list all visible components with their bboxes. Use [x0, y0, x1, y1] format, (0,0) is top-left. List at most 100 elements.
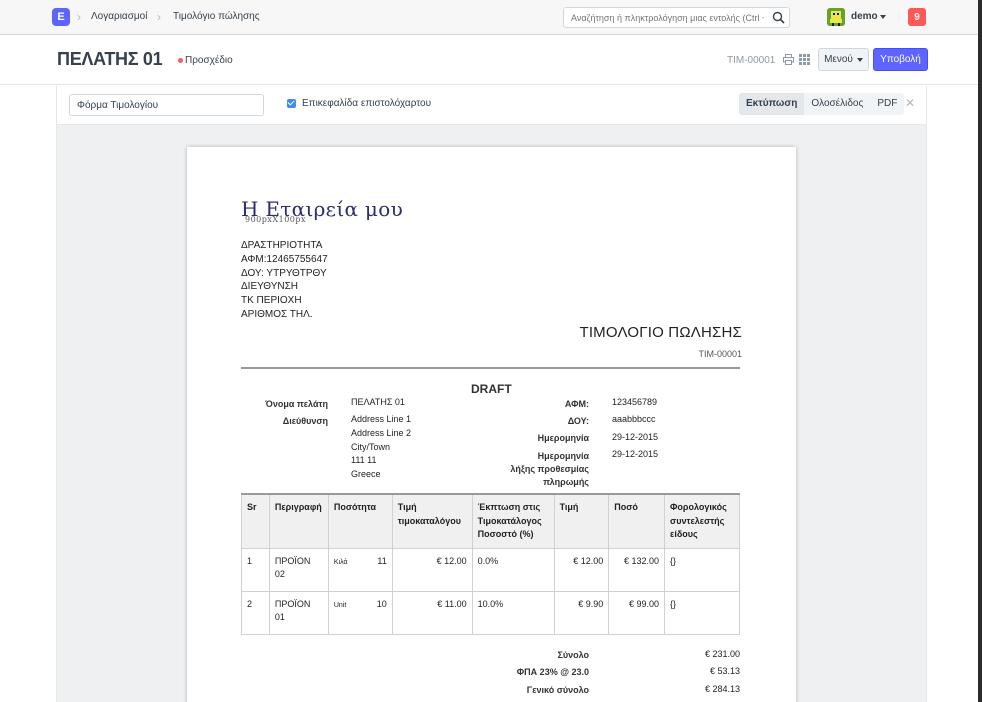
cell-tax: {} [664, 547, 740, 592]
submit-button[interactable]: Υποβολή [873, 48, 928, 71]
print-actions: Εκτύπωση Ολοσέλιδος PDF [739, 93, 905, 115]
customer-address-line: 111 11 [351, 455, 377, 466]
company-address-line: ΔΡΑΣΤΗΡΙΟΤΗΤΑ [241, 240, 323, 251]
column-header: Ποσό [608, 493, 666, 549]
print-button[interactable]: Εκτύπωση [739, 93, 805, 115]
caret-down-icon [856, 57, 863, 62]
table-header-row: Sr Περιγραφή Ποσότητα Τιμή τιμοκαταλόγου… [241, 493, 740, 549]
vat-label: ΦΠΑ 23% @ 23.0 [516, 667, 589, 677]
column-header: Τιμή τιμοκαταλόγου [391, 493, 473, 549]
column-header: Ποσότητα [327, 493, 393, 549]
status-badge: Προσχέδιο [185, 55, 233, 66]
customer-address-line: Address Line 1 [351, 414, 412, 424]
grid-icon[interactable] [799, 54, 810, 65]
customer-address-line: City/Town [351, 441, 391, 452]
due-date-label-line: πληρωμής [543, 477, 589, 487]
cell-sr: 1 [241, 547, 270, 592]
cell-amount: € 99.00 [608, 590, 666, 635]
top-navbar: E › Λογαριασμοί › Τιμολόγιο πώλησης demo… [0, 0, 982, 35]
user-menu[interactable]: demo [851, 11, 878, 22]
date-label: Ημερομηνία [537, 433, 589, 443]
column-header: Sr [241, 493, 270, 549]
qty: 11 [377, 555, 387, 566]
status-dot-icon [178, 58, 183, 63]
menu-button-label: Μενού [824, 54, 853, 65]
menu-button[interactable]: Μενού [818, 48, 869, 71]
table-row: 2 ΠΡΟΪΟΝ 01 Unit 10 € 11.00 10.0% € 9.90 … [241, 590, 740, 635]
search-input[interactable] [564, 8, 764, 27]
qty: 10 [376, 598, 387, 609]
date-value: 29-12-2015 [612, 432, 659, 442]
print-format-select[interactable]: Φόρμα Τιμολογίου [69, 94, 264, 116]
invoice-number: TIM-00001 [698, 349, 742, 359]
company-address: ΔΡΑΣΤΗΡΙΟΤΗΤΑ ΑΦΜ:12465755647 ΔΟΥ: ΥΤΡΥΘ… [241, 239, 328, 322]
due-date-label-line: Ημερομηνία [537, 451, 589, 461]
cell-list-price: € 12.00 [391, 547, 473, 592]
search-box[interactable] [563, 7, 790, 28]
document-name: TIM-00001 [727, 55, 776, 66]
invoice-title: ΤΙΜΟΛΟΓΙΟ ΠΩΛΗΣΗΣ [579, 324, 742, 341]
breadcrumb-sales-invoice[interactable]: Τιμολόγιο πώλησης [173, 11, 260, 22]
window-frame-edge [978, 0, 982, 702]
chevron-right-icon: › [157, 10, 161, 24]
close-icon[interactable]: ✕ [905, 96, 915, 110]
page-head: ΠΕΛΑΤΗΣ 01 Προσχέδιο TIM-00001 Μενού Υπο… [0, 35, 982, 85]
customer-name: ΠΕΛΑΤΗΣ 01 [351, 397, 405, 407]
cell-quantity: Κιλά 11 [327, 547, 393, 592]
grand-total-value: € 284.13 [704, 684, 740, 694]
column-header: Περιγραφή [268, 493, 329, 549]
company-address-line: ΤΚ ΠΕΡΙΟΧΗ [241, 295, 302, 307]
cell-list-price: € 11.00 [391, 590, 473, 635]
customer-address-line: Greece [351, 469, 381, 480]
company-address-line: ΑΡΙΘΜΟΣ ΤΗΛ. [241, 308, 313, 320]
address-label: Διεύθυνση [282, 416, 328, 426]
cell-rate: € 9.90 [553, 590, 610, 635]
cell-description: ΠΡΟΪΟΝ 02 [268, 547, 329, 592]
cell-discount: 10.0% [471, 590, 555, 635]
app-logo[interactable]: E [52, 8, 70, 26]
table-row: 1 ΠΡΟΪΟΝ 02 Κιλά 11 € 12.00 0.0% € 12.00 … [241, 547, 740, 592]
chevron-right-icon: › [77, 10, 81, 24]
avatar[interactable] [827, 8, 845, 26]
company-address-line: ΔΙΕΥΘΥΝΣΗ [241, 281, 298, 293]
cell-description: ΠΡΟΪΟΝ 01 [268, 590, 329, 635]
cell-quantity: Unit 10 [327, 590, 393, 635]
afm-label: ΑΦΜ: [564, 399, 589, 409]
items-table: Sr Περιγραφή Ποσότητα Τιμή τιμοκαταλόγου… [241, 493, 740, 635]
full-page-button[interactable]: Ολοσέλιδος [804, 93, 870, 115]
cell-amount: € 132.00 [608, 547, 666, 592]
column-header: Έκπτωση στις Τιμοκατάλογος Ποσοστό (%) [471, 493, 555, 549]
customer-address: Address Line 1 Address Line 2 City/Town … [351, 413, 411, 482]
due-date-value: 29-12-2015 [612, 449, 659, 459]
logo-size-note: 900pxX100px [245, 215, 306, 224]
cell-sr: 2 [241, 590, 270, 635]
print-icon[interactable] [783, 54, 794, 65]
company-address-line: ΑΦΜ:12465755647 [241, 253, 328, 265]
total-label: Σύνολο [557, 650, 589, 660]
doy-value: aaabbbccc [612, 414, 656, 424]
letterhead-checkbox[interactable] [287, 99, 296, 108]
customer-address-line: Address Line 2 [351, 427, 412, 438]
invoice-paper: Η Εταιρεία μου 900pxX100px ΔΡΑΣΤΗΡΙΟΤΗΤΑ… [187, 147, 796, 702]
notifications-badge[interactable]: 9 [908, 8, 926, 26]
breadcrumb-accounts[interactable]: Λογαριασμοί [91, 11, 147, 22]
cell-rate: € 12.00 [553, 547, 610, 592]
due-date-label-line: λήξης προθεσμίας [510, 464, 589, 474]
cell-discount: 0.0% [471, 547, 555, 592]
uom: Κιλά [333, 558, 348, 566]
due-date-label: Ημερομηνία λήξης προθεσμίας πληρωμής [477, 450, 589, 489]
letterhead-label[interactable]: Επικεφαλίδα επιστολόχαρτου [302, 98, 431, 109]
column-header: Τιμή [553, 493, 610, 549]
column-header: Φορολογικός συντελεστής είδους [664, 493, 740, 549]
caret-down-icon[interactable] [880, 15, 886, 19]
vat-value: € 53.13 [709, 666, 740, 676]
doy-label: ΔΟΥ: [567, 416, 589, 426]
customer-label: Όνομα πελάτη [265, 399, 328, 409]
cell-tax: {} [664, 590, 740, 635]
afm-value: 123456789 [612, 397, 658, 407]
page-title: ΠΕΛΑΤΗΣ 01 [57, 49, 163, 69]
pdf-button[interactable]: PDF [870, 93, 904, 115]
print-toolbar: Φόρμα Τιμολογίου Επικεφαλίδα επιστολόχαρ… [56, 86, 927, 125]
search-icon[interactable] [772, 11, 785, 24]
company-address-line: ΔΟΥ: ΥΤΡΥΘΤΡΘΥ [241, 267, 327, 279]
